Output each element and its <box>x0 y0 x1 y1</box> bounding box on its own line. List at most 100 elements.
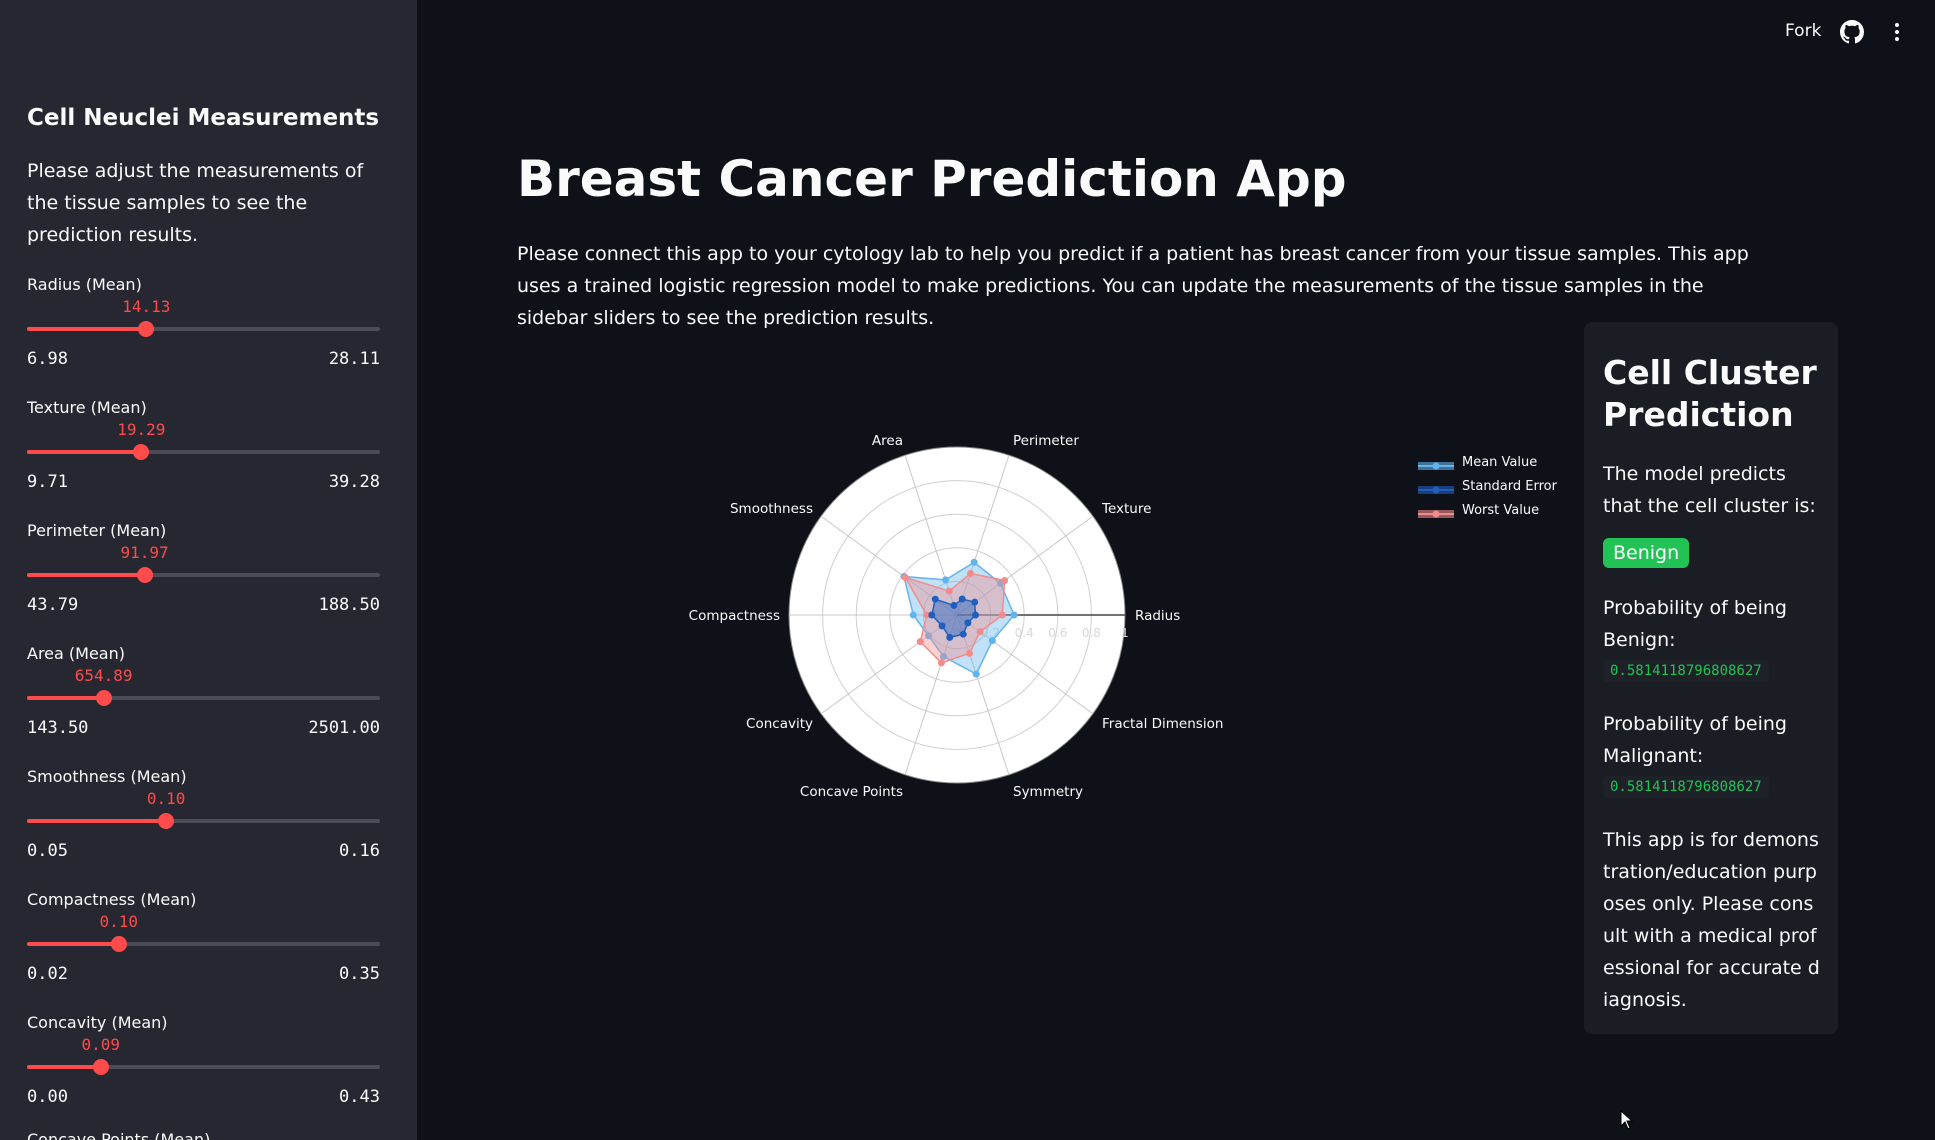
radar-point[interactable] <box>988 637 996 645</box>
radar-point[interactable] <box>959 630 967 638</box>
category-label: Texture <box>1101 501 1151 517</box>
slider-fill <box>27 942 119 946</box>
radar-point[interactable] <box>1001 576 1009 584</box>
slider-value: 654.89 <box>74 666 133 685</box>
slider-value: 0.09 <box>81 1035 121 1054</box>
slider-thumb[interactable] <box>136 567 153 583</box>
slider-max: 188.50 <box>318 595 380 615</box>
slider-thumb[interactable] <box>133 444 150 460</box>
category-label: Fractal Dimension <box>1102 716 1223 732</box>
radar-point[interactable] <box>901 573 909 581</box>
slider-fill <box>27 696 104 700</box>
radar-point[interactable] <box>909 611 917 619</box>
category-label: Symmetry <box>1013 784 1083 800</box>
slider-max: 39.28 <box>328 472 380 492</box>
slider[interactable]: Perimeter (Mean) 91.97 43.79 188.50 <box>27 521 380 621</box>
radar-point[interactable] <box>965 649 973 657</box>
slider-value: 19.29 <box>117 420 166 439</box>
slider-min: 43.79 <box>27 595 79 615</box>
fork-button[interactable]: Fork <box>1785 21 1821 41</box>
benign-probability-value: 0.5814118796808627 <box>1603 660 1769 682</box>
radar-point[interactable] <box>958 595 966 603</box>
slider-track[interactable] <box>27 936 380 952</box>
radar-point[interactable] <box>970 558 978 566</box>
slider-label: Compactness (Mean) <box>27 890 197 909</box>
category-label: Area <box>872 433 903 449</box>
slider-min: 0.05 <box>27 841 68 861</box>
page-description: Please connect this app to your cytology… <box>517 243 1749 329</box>
app-root: Cell Neuclei Measurements Please adjust … <box>0 0 1935 1140</box>
radial-tick-label: 0.8 <box>1082 626 1101 640</box>
radial-tick-label: 1 <box>1121 626 1129 640</box>
prediction-intro: The model predicts that the cell cluster… <box>1603 463 1816 517</box>
legend-item[interactable]: Mean Value <box>1418 455 1578 479</box>
slider-thumb[interactable] <box>110 936 127 952</box>
slider-track[interactable] <box>27 444 380 460</box>
radar-point[interactable] <box>937 659 945 667</box>
slider-max: 0.35 <box>339 964 380 984</box>
sidebar: Cell Neuclei Measurements Please adjust … <box>0 0 417 1140</box>
radar-point[interactable] <box>916 638 924 646</box>
slider[interactable]: Concavity (Mean) 0.09 0.00 0.43 <box>27 1013 380 1113</box>
sidebar-cutoff-slider-label: Concave Points (Mean) <box>27 1130 211 1140</box>
legend-swatch <box>1418 462 1454 470</box>
slider[interactable]: Smoothness (Mean) 0.10 0.05 0.16 <box>27 767 380 867</box>
radar-point[interactable] <box>971 611 979 619</box>
slider-min: 143.50 <box>27 718 89 738</box>
slider-track[interactable] <box>27 1059 380 1075</box>
slider[interactable]: Radius (Mean) 14.13 6.98 28.11 <box>27 275 380 375</box>
slider-track[interactable] <box>27 690 380 706</box>
slider-track[interactable] <box>27 321 380 337</box>
slider-label: Perimeter (Mean) <box>27 521 167 540</box>
radar-point[interactable] <box>964 619 972 627</box>
radar-point[interactable] <box>971 598 979 606</box>
radar-point[interactable] <box>950 601 958 609</box>
radar-point[interactable] <box>998 611 1006 619</box>
category-label: Compactness <box>689 608 780 624</box>
radar-point[interactable] <box>976 628 984 636</box>
radar-chart[interactable]: 0 0.2 0.4 0.6 0.8 1RadiusTexturePerimeterArea… <box>680 420 1240 820</box>
radar-point[interactable] <box>945 587 953 595</box>
radar-point[interactable] <box>928 611 936 619</box>
slider-fill <box>27 573 145 577</box>
slider-fill <box>27 1065 101 1069</box>
radar-point[interactable] <box>942 576 950 584</box>
more-options-icon[interactable] <box>1890 20 1904 46</box>
category-label: Concavity <box>746 716 813 732</box>
malignant-probability-value: 0.5814118796808627 <box>1603 776 1769 798</box>
slider-fill <box>27 327 147 331</box>
radar-point[interactable] <box>946 633 954 641</box>
slider-track[interactable] <box>27 567 380 583</box>
slider-fill <box>27 819 167 823</box>
slider-max: 0.43 <box>339 1087 380 1107</box>
slider[interactable]: Texture (Mean) 19.29 9.71 39.28 <box>27 398 380 498</box>
radar-point[interactable] <box>972 670 980 678</box>
slider-value: 0.10 <box>146 789 186 808</box>
slider-max: 0.16 <box>339 841 380 861</box>
github-icon[interactable] <box>1840 20 1864 44</box>
slider[interactable]: Area (Mean) 654.89 143.50 2501.00 <box>27 644 380 744</box>
slider-max: 2501.00 <box>308 718 380 738</box>
slider-value: 0.10 <box>99 912 139 931</box>
legend-item[interactable]: Worst Value <box>1418 503 1578 527</box>
slider-thumb[interactable] <box>95 690 112 706</box>
slider[interactable]: Compactness (Mean) 0.10 0.02 0.35 <box>27 890 380 990</box>
radar-point[interactable] <box>1010 611 1018 619</box>
legend-label: Standard Error <box>1462 479 1557 494</box>
page-title: Breast Cancer Prediction App <box>517 150 1347 208</box>
slider-thumb[interactable] <box>92 1059 109 1075</box>
slider-track[interactable] <box>27 813 380 829</box>
slider-value: 91.97 <box>120 543 169 562</box>
slider-thumb[interactable] <box>158 813 175 829</box>
disclaimer-note: This app is for demonstration/education … <box>1603 829 1820 1011</box>
slider-min: 0.00 <box>27 1087 68 1107</box>
slider-label: Concavity (Mean) <box>27 1013 168 1032</box>
slider-thumb[interactable] <box>138 321 155 337</box>
category-label: Perimeter <box>1013 433 1079 449</box>
radar-point[interactable] <box>931 595 939 603</box>
legend-swatch <box>1418 510 1454 518</box>
legend-item[interactable]: Standard Error <box>1418 479 1578 503</box>
radar-point[interactable] <box>938 622 946 630</box>
slider-value: 14.13 <box>122 297 171 316</box>
radar-point[interactable] <box>966 569 974 577</box>
